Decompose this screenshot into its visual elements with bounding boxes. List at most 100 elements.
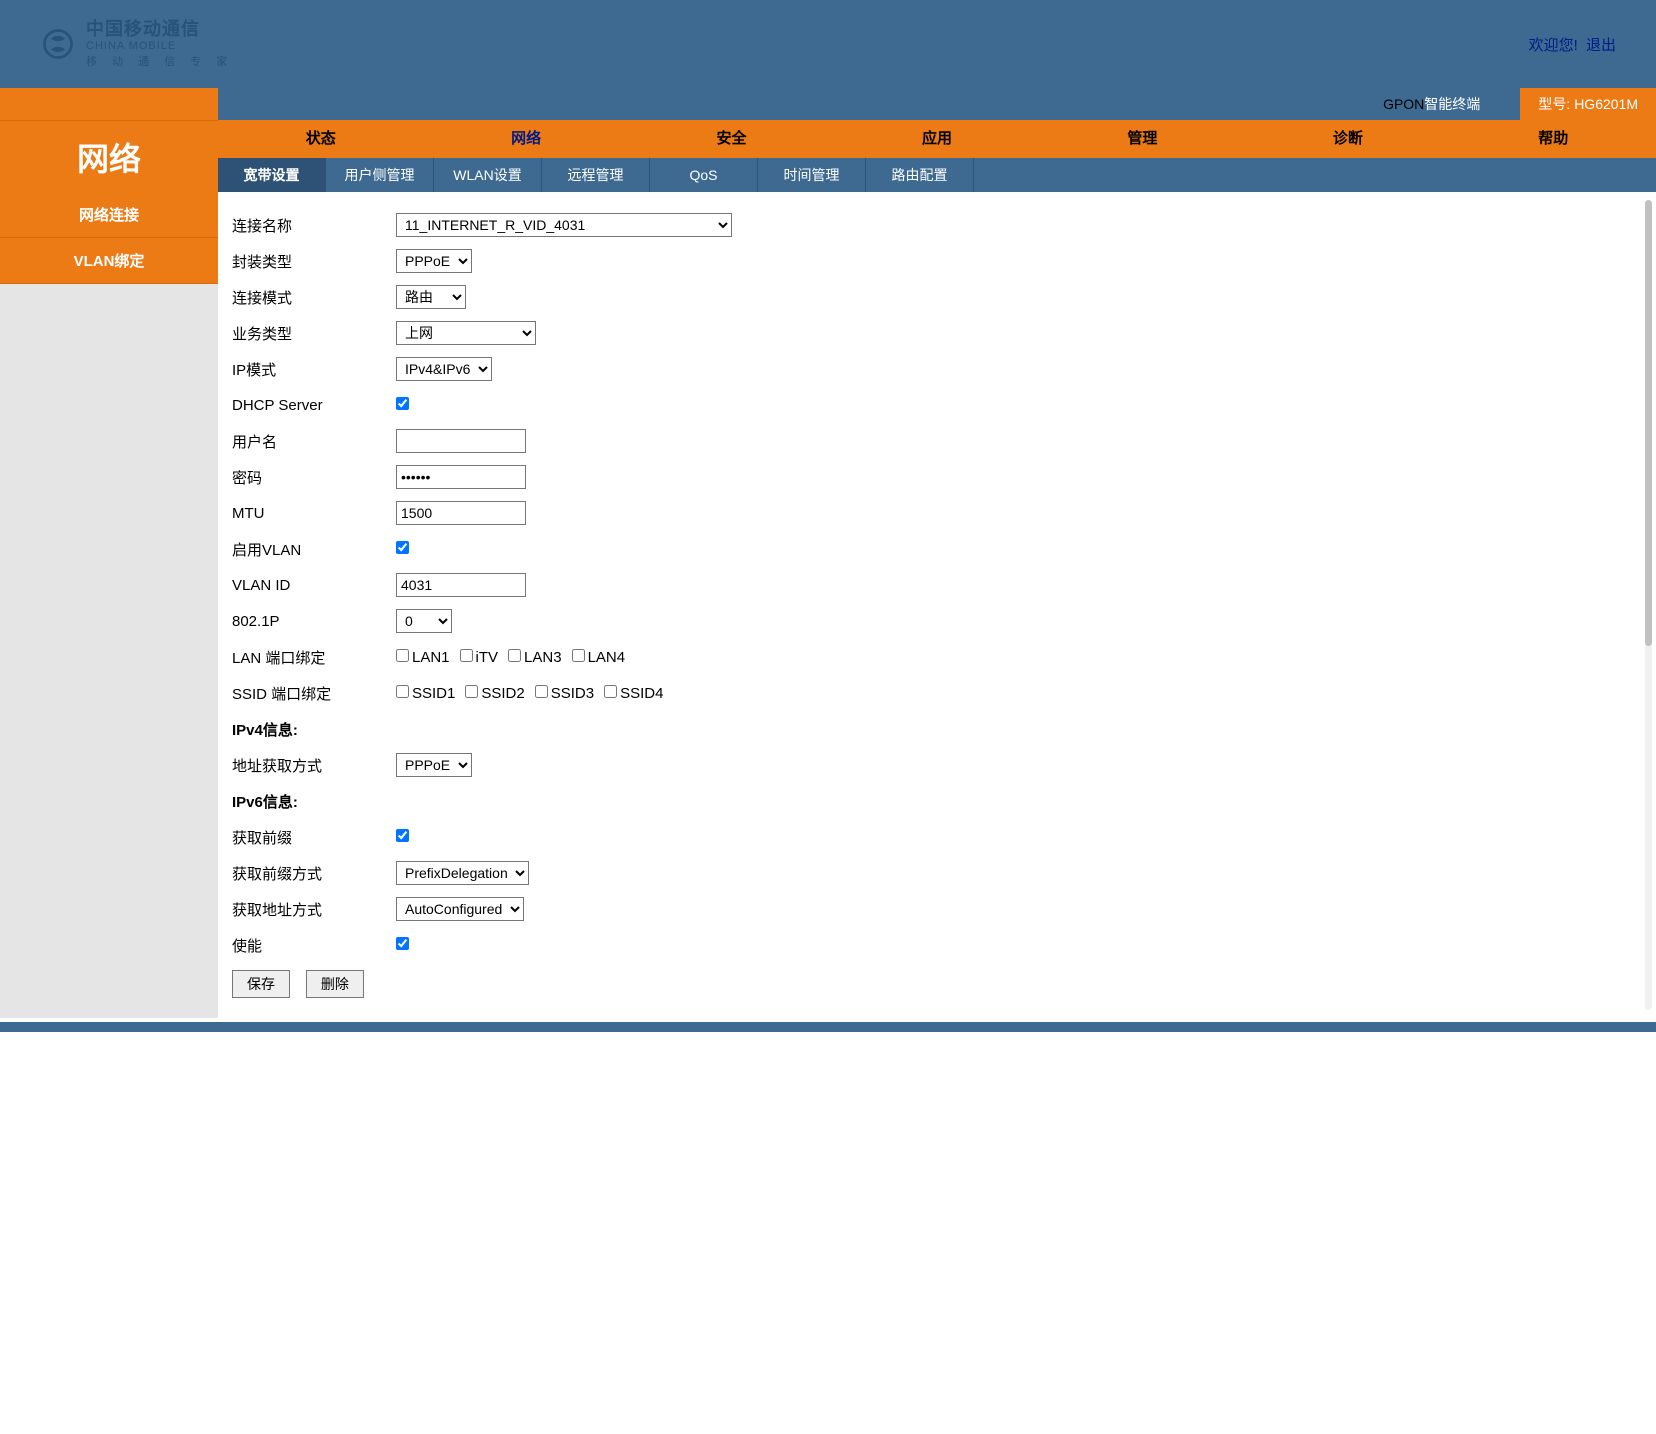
ssid-bind-group: SSID1 SSID2 SSID3 SSID4 [396, 685, 673, 702]
delete-button[interactable]: 删除 [306, 970, 364, 998]
ipv6-header: IPv6信息: [232, 791, 396, 812]
label-lan-bind: LAN 端口绑定 [232, 647, 396, 668]
ssid-bind-SSID2[interactable]: SSID2 [465, 685, 524, 702]
select-svc-type[interactable]: 上网 [396, 321, 536, 345]
lan-bind-iTV[interactable]: iTV [460, 649, 499, 666]
sub-tab-用户侧管理[interactable]: 用户侧管理 [326, 158, 434, 192]
sidebar-item-网络连接[interactable]: 网络连接 [0, 192, 218, 238]
body: 网络连接VLAN绑定 连接名称 11_INTERNET_R_VID_4031 封… [0, 192, 1656, 1018]
checkbox-lan-LAN4[interactable] [572, 649, 585, 662]
logo-text: 中国移动通信 CHINA MOBILE 移 动 通 信 专 家 [86, 20, 233, 68]
select-ip-mode[interactable]: IPv4&IPv6 [396, 357, 492, 381]
device-prefix: GPON [1383, 96, 1424, 112]
checkbox-dhcp[interactable] [396, 397, 409, 410]
sub-tab-时间管理[interactable]: 时间管理 [758, 158, 866, 192]
ssid-bind-SSID4[interactable]: SSID4 [604, 685, 663, 702]
checkbox-lan-LAN1[interactable] [396, 649, 409, 662]
header: 中国移动通信 CHINA MOBILE 移 动 通 信 专 家 欢迎您! 退出 [0, 0, 1656, 88]
scrollbar-thumb[interactable] [1645, 200, 1652, 646]
china-mobile-logo-icon [40, 26, 76, 62]
checkbox-ssid-SSID3[interactable] [535, 685, 548, 698]
checkbox-lan-LAN3[interactable] [508, 649, 521, 662]
label-username: 用户名 [232, 431, 396, 452]
checkbox-ssid-SSID4[interactable] [604, 685, 617, 698]
label-addr6-mode: 获取地址方式 [232, 899, 396, 920]
lan-bind-LAN4[interactable]: LAN4 [572, 649, 626, 666]
content: 连接名称 11_INTERNET_R_VID_4031 封装类型 PPPoE 连… [218, 192, 1656, 1018]
select-8021p[interactable]: 0 [396, 609, 452, 633]
input-password[interactable] [396, 465, 526, 489]
button-row: 保存 删除 [232, 970, 1638, 998]
page-title: 网络 [0, 120, 218, 192]
nav-tabs-wrap: 状态网络安全应用管理诊断帮助 宽带设置用户侧管理WLAN设置远程管理QoS时间管… [218, 120, 1656, 192]
select-conn-name[interactable]: 11_INTERNET_R_VID_4031 [396, 213, 732, 237]
main-tab-应用[interactable]: 应用 [834, 120, 1039, 158]
label-vlan-id: VLAN ID [232, 577, 396, 594]
label-dhcp: DHCP Server [232, 397, 396, 414]
select-encap[interactable]: PPPoE [396, 249, 472, 273]
select-conn-mode[interactable]: 路由 [396, 285, 466, 309]
ssid-bind-SSID1[interactable]: SSID1 [396, 685, 455, 702]
label-enable: 使能 [232, 935, 396, 956]
label-encap: 封装类型 [232, 251, 396, 272]
sub-tab-宽带设置[interactable]: 宽带设置 [218, 158, 326, 192]
main-tab-帮助[interactable]: 帮助 [1451, 120, 1656, 158]
model-label: 型号: [1538, 94, 1570, 114]
checkbox-enable[interactable] [396, 937, 409, 950]
label-ip-mode: IP模式 [232, 359, 396, 380]
main-tab-管理[interactable]: 管理 [1040, 120, 1245, 158]
main-tab-状态[interactable]: 状态 [218, 120, 423, 158]
sub-tab-QoS[interactable]: QoS [650, 158, 758, 192]
label-mtu: MTU [232, 505, 396, 522]
brand-en: CHINA MOBILE [86, 40, 233, 52]
lan-bind-LAN1[interactable]: LAN1 [396, 649, 450, 666]
main-tab-安全[interactable]: 安全 [629, 120, 834, 158]
sub-tabs: 宽带设置用户侧管理WLAN设置远程管理QoS时间管理路由配置 [218, 158, 1656, 192]
welcome-text: 欢迎您! [1529, 37, 1578, 54]
brand-cn: 中国移动通信 [86, 20, 233, 40]
logout-link[interactable]: 退出 [1586, 37, 1616, 54]
device-type: GPON智能终端 [218, 88, 1520, 120]
device-suffix: 智能终端 [1424, 94, 1480, 114]
sub-tab-路由配置[interactable]: 路由配置 [866, 158, 974, 192]
label-password: 密码 [232, 467, 396, 488]
label-8021p: 802.1P [232, 613, 396, 630]
label-ssid-bind: SSID 端口绑定 [232, 683, 396, 704]
input-mtu[interactable] [396, 501, 526, 525]
main-tabs: 状态网络安全应用管理诊断帮助 [218, 120, 1656, 158]
lan-bind-group: LAN1 iTV LAN3 LAN4 [396, 649, 635, 666]
label-svc-type: 业务类型 [232, 323, 396, 344]
save-button[interactable]: 保存 [232, 970, 290, 998]
input-vlan-id[interactable] [396, 573, 526, 597]
checkbox-get-prefix[interactable] [396, 829, 409, 842]
label-conn-name: 连接名称 [232, 215, 396, 236]
checkbox-ssid-SSID2[interactable] [465, 685, 478, 698]
checkbox-lan-iTV[interactable] [460, 649, 473, 662]
select-addr-mode[interactable]: PPPoE [396, 753, 472, 777]
sub-tab-远程管理[interactable]: 远程管理 [542, 158, 650, 192]
input-username[interactable] [396, 429, 526, 453]
select-prefix-mode[interactable]: PrefixDelegation [396, 861, 529, 885]
checkbox-ssid-SSID1[interactable] [396, 685, 409, 698]
sidebar-item-VLAN绑定[interactable]: VLAN绑定 [0, 238, 218, 284]
info-bar-left [0, 88, 218, 120]
nav-row: 网络 状态网络安全应用管理诊断帮助 宽带设置用户侧管理WLAN设置远程管理QoS… [0, 120, 1656, 192]
info-bar: GPON智能终端 型号: HG6201M [0, 88, 1656, 120]
scrollbar[interactable] [1645, 200, 1652, 1010]
sub-tab-WLAN设置[interactable]: WLAN设置 [434, 158, 542, 192]
label-get-prefix: 获取前缀 [232, 827, 396, 848]
lan-bind-LAN3[interactable]: LAN3 [508, 649, 562, 666]
ipv4-header: IPv4信息: [232, 719, 396, 740]
label-prefix-mode: 获取前缀方式 [232, 863, 396, 884]
label-conn-mode: 连接模式 [232, 287, 396, 308]
main-tab-网络[interactable]: 网络 [423, 120, 628, 158]
label-vlan-en: 启用VLAN [232, 539, 396, 560]
label-addr-mode: 地址获取方式 [232, 755, 396, 776]
model-info: 型号: HG6201M [1520, 88, 1656, 120]
ssid-bind-SSID3[interactable]: SSID3 [535, 685, 594, 702]
checkbox-vlan-en[interactable] [396, 541, 409, 554]
model-value: HG6201M [1574, 96, 1638, 112]
main-tab-诊断[interactable]: 诊断 [1245, 120, 1450, 158]
brand-slogan: 移 动 通 信 专 家 [86, 56, 233, 68]
select-addr6-mode[interactable]: AutoConfigured [396, 897, 524, 921]
